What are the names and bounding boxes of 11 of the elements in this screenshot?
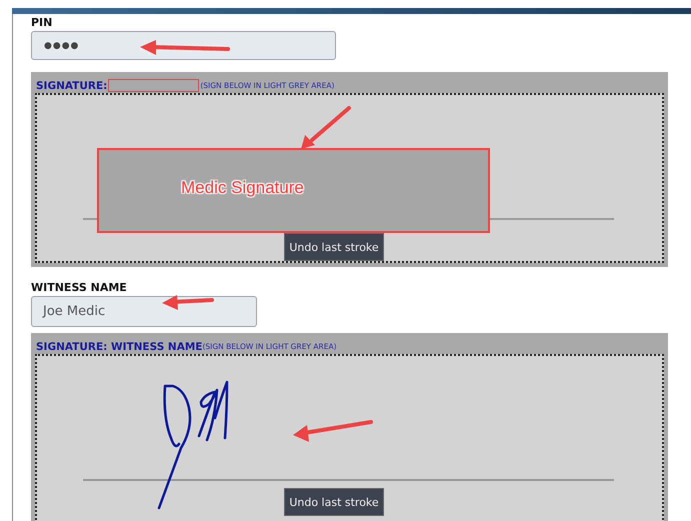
arrow (162, 295, 214, 310)
field-label: WITNESS NAME (31, 281, 128, 294)
undo-button[interactable]: Undo last stroke (284, 488, 384, 516)
signature-pad[interactable]: Undo last stroke (35, 354, 664, 521)
signature-label: SIGNATURE: WITNESS NAME (36, 340, 202, 352)
input-field[interactable]: ●●●● (31, 31, 336, 60)
field-label: PIN (31, 16, 54, 29)
undo-button[interactable]: Undo last stroke (284, 233, 384, 261)
annotation-text: Medic Signature (181, 178, 304, 197)
input-field[interactable]: Joe Medic (31, 296, 257, 327)
signature-label: SIGNATURE: (36, 80, 108, 92)
